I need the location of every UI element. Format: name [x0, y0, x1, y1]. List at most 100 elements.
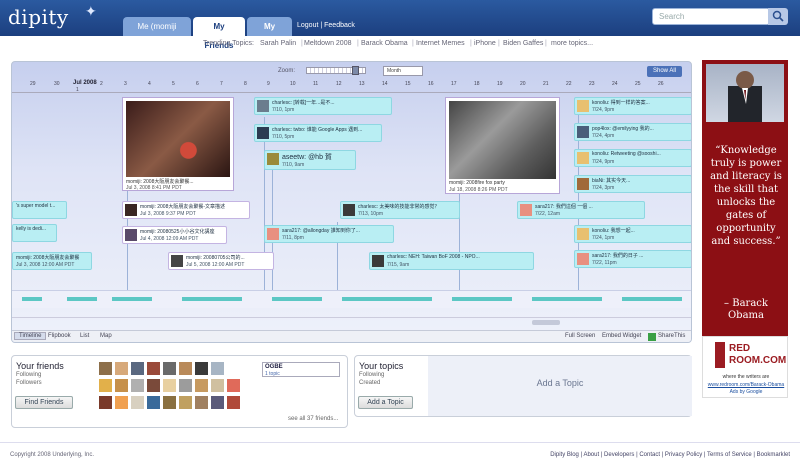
- friend-avatar[interactable]: [227, 396, 240, 409]
- timeline-bubble[interactable]: momiji: 20080705公司的... Jul 5, 2008 12:00…: [168, 252, 274, 270]
- timeline-bubble[interactable]: pop4lox: @emilyying 我的... 7/24, 4pm: [574, 123, 691, 141]
- timeline-bubble[interactable]: sara217: 我們的日子 ... 7/22, 11pm: [574, 250, 691, 268]
- friend-avatar[interactable]: [147, 379, 160, 392]
- trending-item[interactable]: Meltdown 2008: [304, 40, 351, 47]
- timeline-bubble[interactable]: biaNi: 其实今天... 7/24, 3pm: [574, 175, 691, 193]
- full-screen-link[interactable]: Full Screen: [565, 333, 595, 339]
- friend-avatar[interactable]: [179, 362, 192, 375]
- horizontal-scrollbar[interactable]: [12, 317, 691, 326]
- tab-timeline[interactable]: Timeline: [14, 332, 47, 340]
- friend-avatar[interactable]: [195, 396, 208, 409]
- search-button[interactable]: [768, 8, 788, 25]
- timeline-bubble[interactable]: 's super model t...: [12, 201, 67, 219]
- card-caption: momiji: 2008大阪朋友会聚餐...: [126, 179, 194, 185]
- timeline-bubble[interactable]: momiji: 2008大阪朋友会聚餐 Jul 3, 2008 12:00 AM…: [12, 252, 92, 270]
- topics-following-label[interactable]: Following: [359, 372, 384, 378]
- timeline-bubble[interactable]: momiji: 2008大阪朋友会聚餐-文章描述 Jul 3, 2008 9:3…: [122, 201, 250, 219]
- photo-card[interactable]: momiji: 2008fire fox party Jul 18, 2008 …: [445, 97, 560, 194]
- sharethis-link[interactable]: ShareThis: [658, 333, 685, 339]
- friend-avatar[interactable]: [163, 396, 176, 409]
- footer-link[interactable]: Terms of Service: [707, 452, 752, 458]
- tab-me[interactable]: Me (momiji chen): [123, 17, 191, 50]
- add-topic-button[interactable]: Add a Topic: [358, 396, 413, 409]
- friend-avatar[interactable]: [163, 379, 176, 392]
- friend-avatar[interactable]: [147, 362, 160, 375]
- friend-avatar[interactable]: [179, 396, 192, 409]
- friend-avatar[interactable]: [115, 396, 128, 409]
- friend-avatar[interactable]: [115, 379, 128, 392]
- embed-widget-link[interactable]: Embed Widget: [602, 333, 641, 339]
- tab-flipbook[interactable]: Flipbook: [48, 333, 71, 339]
- ads-by-google[interactable]: Ads by Google: [703, 389, 789, 395]
- friend-avatar[interactable]: [179, 379, 192, 392]
- trending-item[interactable]: more topics...: [551, 40, 593, 47]
- friend-avatar[interactable]: [211, 362, 224, 375]
- trending-item[interactable]: Barack Obama: [361, 40, 408, 47]
- footer-link[interactable]: Bookmarklet: [757, 452, 790, 458]
- friend-avatar[interactable]: [131, 362, 144, 375]
- timeline-bubble[interactable]: sara217: @allongday 誰知到你了... 7/11, 8pm: [264, 225, 394, 243]
- timeline-bubble[interactable]: momiji: 20080525小小谷文化講座 Jul 4, 2008 12:0…: [122, 226, 227, 244]
- feedback-link[interactable]: Feedback: [324, 22, 355, 29]
- friend-avatar[interactable]: [195, 362, 208, 375]
- scrollbar-thumb[interactable]: [532, 320, 560, 325]
- timeline-panel[interactable]: Zoom: Month Show All Jul 2008 29 30 1 2 …: [11, 61, 692, 343]
- photo-card[interactable]: momiji: 2008大阪朋友会聚餐... Jul 3, 2008 8:41 …: [122, 97, 234, 191]
- tab-list[interactable]: List: [80, 333, 89, 339]
- friend-avatar[interactable]: [131, 396, 144, 409]
- friend-avatar[interactable]: [211, 379, 224, 392]
- friend-avatar[interactable]: [227, 379, 240, 392]
- event-photo[interactable]: [126, 101, 230, 177]
- find-friends-button[interactable]: Find Friends: [15, 396, 73, 409]
- timeline-bubble[interactable]: konoliu: Retweeting @sooshi... 7/24, 9pm: [574, 149, 691, 167]
- ad-url[interactable]: www.redroom.com/Barack-Obama: [703, 382, 789, 388]
- friend-avatar[interactable]: [131, 379, 144, 392]
- trending-item[interactable]: Internet Memes: [416, 40, 465, 47]
- overview-marker: [112, 297, 152, 301]
- topics-created-label[interactable]: Created: [359, 380, 380, 386]
- friend-avatar[interactable]: [99, 362, 112, 375]
- friend-avatar[interactable]: [195, 379, 208, 392]
- footer-link[interactable]: About: [583, 452, 599, 458]
- add-topic-area[interactable]: Add a Topic: [428, 356, 692, 416]
- bubble-text: sara217: 我們這個 一個 ...: [535, 204, 593, 210]
- dipity-logo[interactable]: dipity: [8, 5, 69, 29]
- zoom-unit-select[interactable]: Month: [383, 66, 423, 76]
- footer-link[interactable]: Developers: [604, 452, 634, 458]
- friend-avatar[interactable]: [115, 362, 128, 375]
- search-input[interactable]: Search: [652, 8, 770, 25]
- tab-my-topics[interactable]: My Topics: [247, 17, 292, 50]
- zoom-slider-handle[interactable]: [352, 66, 359, 75]
- ad-sponsor-box[interactable]: RED ROOM.COM where the writers are www.r…: [702, 336, 788, 398]
- timeline-bubble[interactable]: charlesc: 太美味的技能非常的感觉？ 7/13, 10pm: [340, 201, 460, 219]
- trending-item[interactable]: Biden Gaffes: [503, 40, 543, 47]
- friend-avatar[interactable]: [211, 396, 224, 409]
- tab-my-friends[interactable]: My Friends: [193, 17, 245, 50]
- trending-item[interactable]: Sarah Palin: [260, 40, 296, 47]
- followers-label[interactable]: Followers: [16, 380, 42, 386]
- timeline-bubble[interactable]: aseetw: @hb 賀 7/10, 9am: [264, 150, 356, 170]
- timeline-bubble[interactable]: konoliu: 我想一起... 7/24, 1pm: [574, 225, 691, 243]
- event-photo[interactable]: [449, 101, 556, 179]
- friend-avatar[interactable]: [163, 362, 176, 375]
- see-all-friends-link[interactable]: see all 37 friends...: [288, 416, 338, 422]
- timeline-overview-strip[interactable]: [12, 290, 691, 308]
- timeline-bubble[interactable]: charlesc: [转载]一年...是不... 7/10, 1pm: [254, 97, 392, 115]
- following-label[interactable]: Following: [16, 372, 41, 378]
- timeline-bubble[interactable]: charlesc: twbo: 谁能 Google Apps 遇到... 7/1…: [254, 124, 382, 142]
- friend-avatar[interactable]: [99, 396, 112, 409]
- trending-item[interactable]: iPhone: [474, 40, 496, 47]
- timeline-bubble[interactable]: charlesc: NEH: Taiwan BoF 2008 - NPO... …: [369, 252, 534, 270]
- tab-map[interactable]: Map: [100, 333, 112, 339]
- footer-link[interactable]: Contact: [639, 452, 660, 458]
- selected-friend-card[interactable]: OGBE 1 topic: [262, 362, 340, 377]
- timeline-bubble[interactable]: sara217: 我們這個 一個 ... 7/22, 12am: [517, 201, 645, 219]
- friend-avatar[interactable]: [99, 379, 112, 392]
- logout-link[interactable]: Logout: [297, 22, 318, 29]
- friend-avatar[interactable]: [147, 396, 160, 409]
- footer-link[interactable]: Dipity Blog: [550, 452, 579, 458]
- footer-link[interactable]: Privacy Policy: [665, 452, 702, 458]
- show-all-button[interactable]: Show All: [647, 66, 682, 77]
- timeline-bubble[interactable]: kelly is dedi...: [12, 224, 57, 242]
- timeline-bubble[interactable]: konoliu: 得到一样的答案... 7/24, 9pm: [574, 97, 691, 115]
